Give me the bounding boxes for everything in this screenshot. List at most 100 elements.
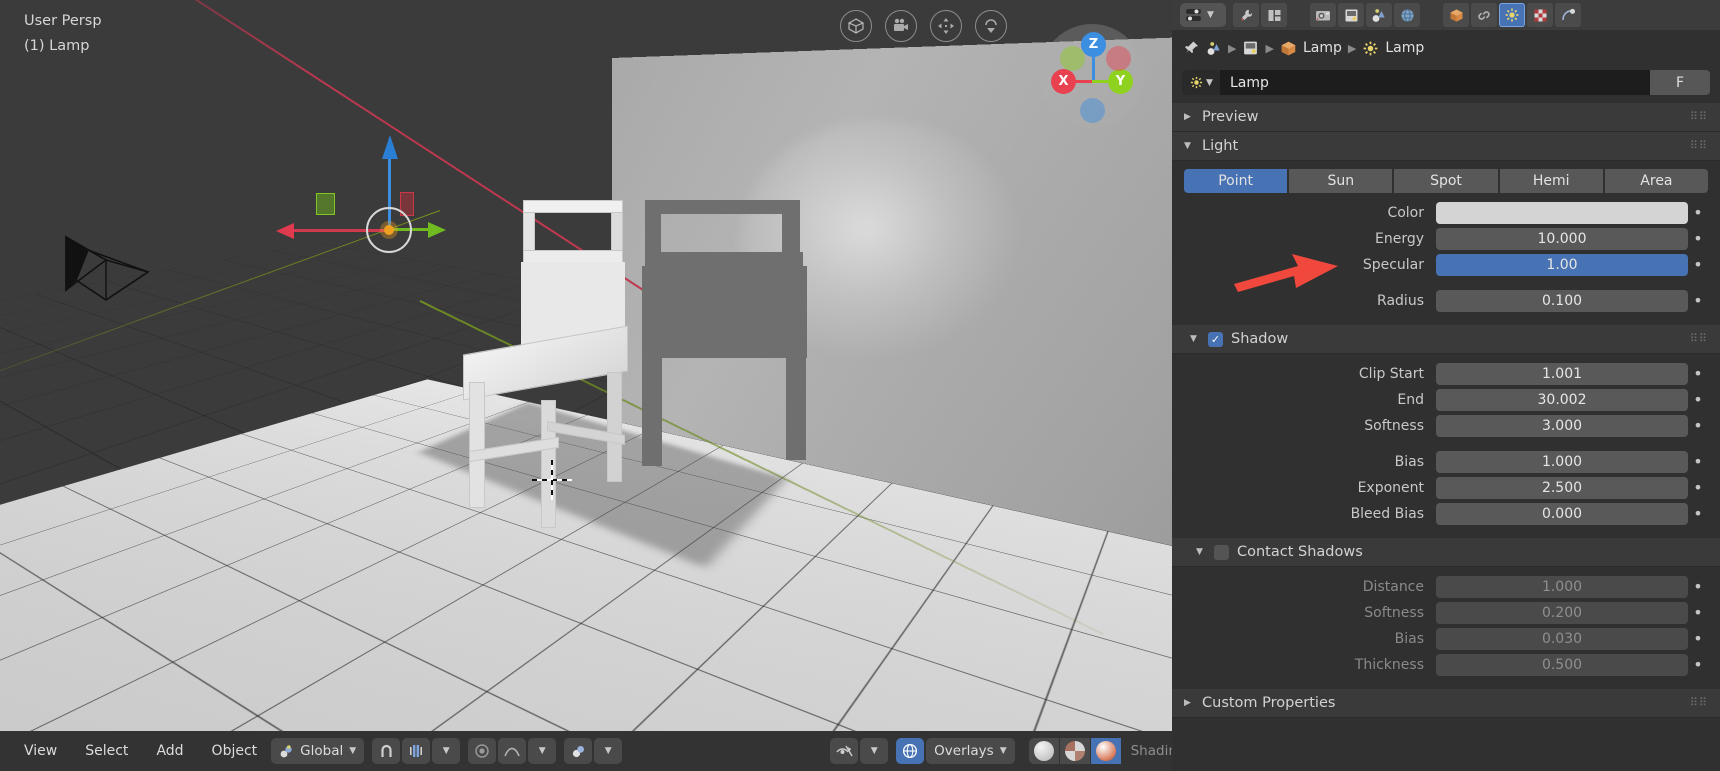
snapping-group[interactable]: ▼: [372, 738, 460, 764]
cs-softness-field[interactable]: 0.200: [1436, 602, 1688, 624]
chevron-down-icon[interactable]: ▼: [1206, 78, 1213, 88]
move-view-icon[interactable]: [930, 10, 962, 42]
contact-shadows-enable-checkbox[interactable]: [1214, 545, 1229, 560]
disclosure-triangle-expanded-icon[interactable]: ▼: [1190, 334, 1200, 344]
panel-preview-header[interactable]: ▶ Preview ⠿⠿: [1172, 103, 1720, 132]
pivot-point-group[interactable]: ▼: [564, 738, 622, 764]
animate-property-dot[interactable]: •: [1688, 260, 1708, 270]
snap-increment-icon[interactable]: [402, 738, 430, 764]
gizmo-axis-y-arrow[interactable]: [428, 222, 446, 238]
pin-icon[interactable]: [1184, 40, 1200, 56]
gizmo-visibility-group[interactable]: ▼: [830, 738, 888, 764]
light-type-area[interactable]: Area: [1605, 169, 1708, 193]
3d-viewport[interactable]: User Persp (1) Lamp Z X Y: [0, 0, 1172, 771]
animate-property-dot[interactable]: •: [1688, 509, 1708, 519]
datablock-row[interactable]: ▼ Lamp F: [1172, 66, 1720, 103]
editor-type-selector[interactable]: ▼: [1180, 3, 1226, 27]
bleed-bias-field[interactable]: 0.000: [1436, 503, 1688, 525]
gizmo-axis-x-ball[interactable]: X: [1051, 69, 1076, 94]
clip-start-field[interactable]: 1.001: [1436, 363, 1688, 385]
color-swatch[interactable]: [1436, 202, 1688, 224]
snap-dropdown-chevron[interactable]: ▼: [432, 738, 460, 764]
viewport-nav-buttons[interactable]: [840, 10, 1007, 42]
animate-property-dot[interactable]: •: [1688, 421, 1708, 431]
end-field[interactable]: 30.002: [1436, 389, 1688, 411]
shading-mode-group[interactable]: [1029, 738, 1121, 764]
datablock-name-input[interactable]: Lamp: [1220, 70, 1650, 95]
animate-property-dot[interactable]: •: [1688, 395, 1708, 405]
breadcrumb-data-label[interactable]: Lamp: [1385, 40, 1424, 56]
panel-custom-properties-header[interactable]: ▶ Custom Properties ⠿⠿: [1172, 689, 1720, 718]
magnet-icon[interactable]: [372, 738, 400, 764]
animate-property-dot[interactable]: •: [1688, 369, 1708, 379]
gizmo-axis-x-arrow[interactable]: [276, 223, 294, 239]
cs-distance-field[interactable]: 1.000: [1436, 576, 1688, 598]
overlays-group[interactable]: Overlays ▼: [896, 738, 1014, 764]
animate-property-dot[interactable]: •: [1688, 483, 1708, 493]
zoom-view-icon[interactable]: [975, 10, 1007, 42]
cs-thickness-field[interactable]: 0.500: [1436, 654, 1688, 676]
animate-property-dot[interactable]: •: [1688, 234, 1708, 244]
cs-bias-field[interactable]: 0.030: [1436, 628, 1688, 650]
point-light-icon[interactable]: [384, 225, 394, 235]
datablock-type-dropdown[interactable]: ▼: [1182, 70, 1220, 95]
hide-gizmo-icon[interactable]: [830, 738, 858, 764]
panel-light-header[interactable]: ▼ Light ⠿⠿: [1172, 132, 1720, 161]
camera-view-icon[interactable]: [885, 10, 917, 42]
property-tab-group-2[interactable]: [1310, 3, 1420, 27]
world-tab[interactable]: [1394, 3, 1420, 27]
breadcrumb[interactable]: ▶ ▶ Lamp ▶ Lamp: [1172, 30, 1720, 66]
energy-value-field[interactable]: 10.000: [1436, 228, 1688, 250]
property-tab-group-3[interactable]: [1443, 3, 1581, 27]
breadcrumb-object-label[interactable]: Lamp: [1303, 40, 1342, 56]
transform-orientation-dropdown[interactable]: Global ▼: [271, 738, 364, 764]
output-tab[interactable]: [1338, 3, 1364, 27]
animate-property-dot[interactable]: •: [1688, 208, 1708, 218]
viewport-axis-gizmo[interactable]: Z X Y: [1040, 24, 1144, 128]
light-type-point[interactable]: Point: [1184, 169, 1287, 193]
material-preview-shading-button[interactable]: [1091, 738, 1121, 764]
object-cube-icon[interactable]: [1280, 40, 1297, 57]
overlays-dropdown[interactable]: Overlays ▼: [926, 738, 1014, 764]
render-tab[interactable]: [1261, 3, 1287, 27]
panel-grip-icon[interactable]: ⠿⠿: [1690, 114, 1708, 120]
gizmo-axis-z-neg-ball[interactable]: [1080, 98, 1105, 123]
menu-add[interactable]: Add: [142, 743, 197, 759]
menu-view[interactable]: View: [10, 743, 71, 759]
animate-property-dot[interactable]: •: [1688, 296, 1708, 306]
gizmo-axis-x-neg-ball[interactable]: [1106, 46, 1131, 71]
panel-contact-shadows-header[interactable]: ▼ Contact Shadows: [1172, 538, 1720, 567]
animate-property-dot[interactable]: •: [1688, 608, 1708, 618]
proportional-editing-icon[interactable]: [468, 738, 496, 764]
animate-property-dot[interactable]: •: [1688, 582, 1708, 592]
gizmo-plane-xy-green[interactable]: [316, 193, 335, 215]
panel-grip-icon[interactable]: ⠿⠿: [1690, 700, 1708, 706]
disclosure-triangle-expanded-icon[interactable]: ▼: [1184, 141, 1194, 151]
menu-object[interactable]: Object: [198, 743, 272, 759]
light-type-sun[interactable]: Sun: [1289, 169, 1392, 193]
fake-user-button[interactable]: F: [1650, 70, 1710, 95]
smooth-falloff-icon[interactable]: [498, 738, 526, 764]
transform-orientation-group[interactable]: Global ▼: [271, 738, 364, 764]
panel-grip-icon[interactable]: ⠿⠿: [1690, 143, 1708, 149]
gizmo-axis-z-arrow[interactable]: [382, 135, 398, 159]
light-type-hemi[interactable]: Hemi: [1500, 169, 1603, 193]
overlays-globe-icon[interactable]: [896, 738, 924, 764]
gizmo-dropdown-chevron[interactable]: ▼: [860, 738, 888, 764]
disclosure-triangle-collapsed-icon[interactable]: ▶: [1184, 112, 1194, 122]
pivot-point-icon[interactable]: [564, 738, 592, 764]
exponent-field[interactable]: 2.500: [1436, 477, 1688, 499]
proportional-editing-group[interactable]: ▼: [468, 738, 556, 764]
wireframe-shading-button[interactable]: [1029, 738, 1059, 764]
animate-property-dot[interactable]: •: [1688, 660, 1708, 670]
data-tab[interactable]: [1499, 3, 1525, 27]
texture-tab[interactable]: [1527, 3, 1553, 27]
gizmo-axis-y-ball[interactable]: Y: [1108, 69, 1133, 94]
orthographic-toggle-icon[interactable]: [840, 10, 872, 42]
panel-grip-icon[interactable]: ⠿⠿: [1690, 336, 1708, 342]
disclosure-triangle-expanded-icon[interactable]: ▼: [1196, 547, 1206, 557]
scene-cone-sphere-icon[interactable]: [1206, 41, 1222, 56]
shadow-enable-checkbox[interactable]: ✓: [1208, 332, 1223, 347]
physics-tab[interactable]: [1555, 3, 1581, 27]
gizmo-axis-z-ball[interactable]: Z: [1081, 32, 1106, 57]
